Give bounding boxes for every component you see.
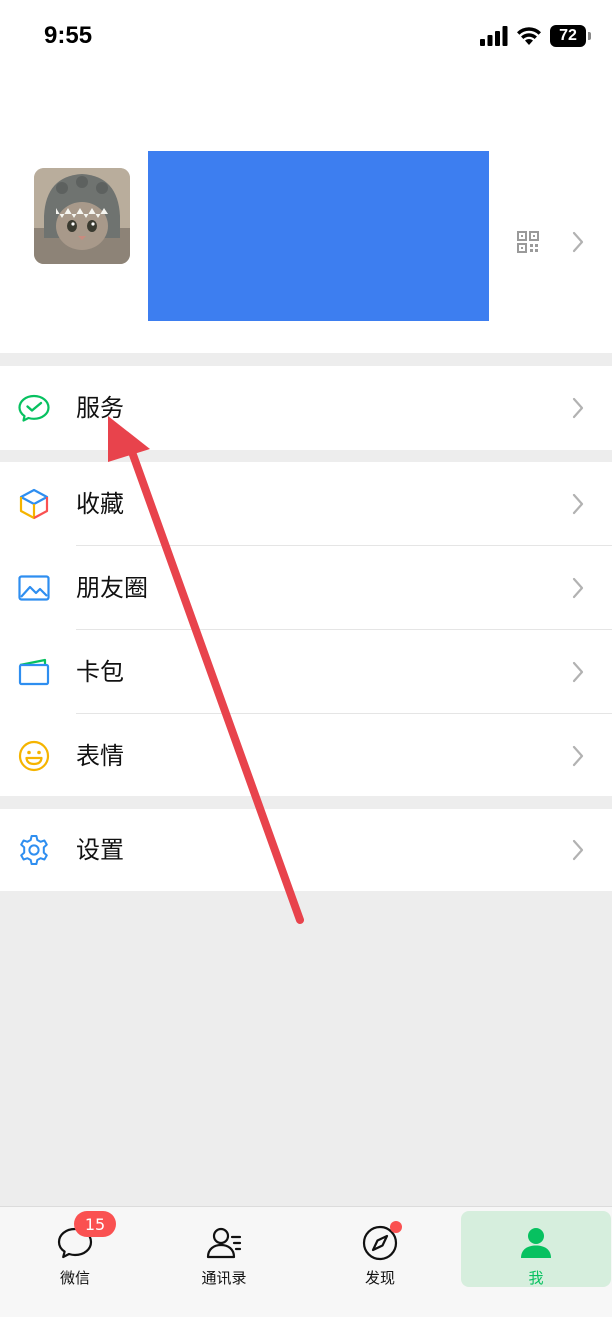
person-icon	[521, 1228, 551, 1258]
menu-item-service[interactable]: 服务	[0, 366, 612, 450]
tab-discover[interactable]: 发现	[305, 1207, 455, 1289]
menu-item-settings[interactable]: 设置	[0, 809, 612, 891]
unread-badge: 15	[74, 1211, 116, 1237]
gear-icon	[20, 835, 48, 865]
contacts-icon	[206, 1227, 242, 1259]
tab-label-chats: 微信	[59, 1269, 90, 1287]
menu-item-cards[interactable]: 卡包	[0, 630, 612, 714]
chevron-right-icon	[572, 745, 584, 767]
tab-me[interactable]: 我	[461, 1211, 611, 1287]
tab-label-discover: 发现	[364, 1269, 395, 1287]
menu-item-favorites[interactable]: 收藏	[0, 462, 612, 546]
chevron-right-icon	[572, 661, 584, 683]
wifi-icon	[517, 27, 541, 45]
menu-label-favorites: 收藏	[76, 490, 124, 518]
chevron-right-icon	[572, 493, 584, 515]
battery-indicator: 72	[550, 25, 591, 47]
menu-label-service: 服务	[76, 394, 124, 422]
menu-item-moments[interactable]: 朋友圈	[0, 546, 612, 630]
menu-label-settings: 设置	[76, 836, 124, 864]
tab-contacts[interactable]: 通讯录	[149, 1207, 299, 1289]
tab-label-contacts: 通讯录	[201, 1269, 247, 1287]
menu-group-services: 服务	[0, 366, 612, 450]
menu-label-moments: 朋友圈	[76, 574, 148, 602]
tab-bar: 15 微信 通讯录 发现 我	[0, 1206, 612, 1317]
wechat-pay-icon	[18, 394, 50, 422]
tab-chats[interactable]: 15 微信	[0, 1207, 150, 1289]
menu-group-content: 收藏 朋友圈 卡包 表情	[0, 462, 612, 796]
profile-name-redacted	[148, 151, 489, 321]
tab-label-me: 我	[528, 1269, 544, 1287]
chevron-right-icon	[572, 397, 584, 419]
status-bar: 9:55 72	[0, 0, 612, 76]
smiley-icon	[18, 740, 50, 772]
menu-item-stickers[interactable]: 表情	[0, 714, 612, 798]
qrcode-icon[interactable]	[516, 230, 540, 254]
status-time: 9:55	[44, 22, 93, 49]
chevron-right-icon	[572, 839, 584, 861]
avatar-cat-photo	[34, 168, 130, 264]
menu-label-cards: 卡包	[76, 658, 124, 686]
avatar[interactable]	[34, 168, 130, 264]
card-wallet-icon	[18, 658, 50, 686]
discover-notification-dot	[390, 1221, 402, 1233]
unread-count: 15	[84, 1214, 106, 1234]
menu-group-settings: 设置	[0, 809, 612, 891]
menu-label-stickers: 表情	[76, 742, 124, 770]
chevron-right-icon	[572, 231, 584, 253]
image-icon	[18, 575, 50, 601]
chevron-right-icon	[572, 577, 584, 599]
signal-icon	[480, 26, 508, 46]
status-icons: 72	[480, 25, 591, 47]
profile-header[interactable]	[0, 76, 612, 353]
cube-icon	[19, 488, 49, 520]
battery-level: 72	[559, 27, 577, 44]
